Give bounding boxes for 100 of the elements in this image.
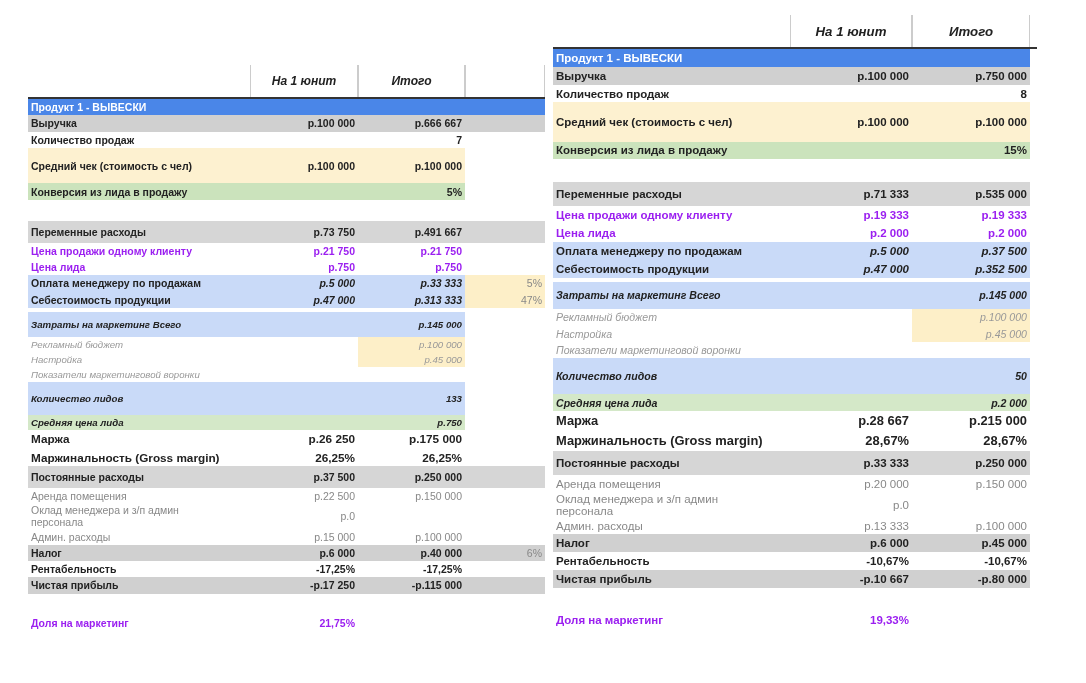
table-cell: р.5 000 [870,245,909,257]
row-label: Количество лидов [556,370,658,383]
table-cell: р.19 333 [981,209,1027,222]
table-cell: -р.115 000 [411,579,462,592]
row-label: Цена лида [31,261,86,274]
table-cell: р.33 333 [863,456,909,469]
table-cell: 26,25% [422,450,462,464]
row-label: Админ. расходы [31,530,111,543]
row-label: Количество лидов [31,392,124,404]
table-cell: р.28 667 [858,413,909,429]
table-cell: р.145 000 [418,318,462,330]
table-cell: р.2 000 [991,396,1027,409]
table-cell: р.100 000 [912,309,1030,326]
table-cell: р.313 333 [414,293,462,306]
table-cell: -10,67% [866,555,909,568]
row-label: Рекламный бюджет [556,311,657,324]
row-label: Аренда помещения [31,490,127,503]
table-cell: р.215 000 [969,413,1027,429]
table-cell: р.100 000 [975,519,1027,532]
table-cell: р.2 000 [988,227,1027,240]
row-label: Рентабельность [31,563,117,576]
table-cell: р.13 333 [864,519,909,532]
row-label: Доля на маркетинг [556,613,664,626]
column-header: Итого [912,15,1030,47]
row-label: Переменные расходы [31,225,146,238]
table-cell: р.491 667 [414,225,462,238]
table-cell: р.37 500 [981,245,1027,257]
table-cell: 50 [1015,370,1027,383]
row-label: Налог [31,546,62,559]
table-cell: 8 [1020,87,1027,100]
row-label: Выручка [556,69,607,82]
table-cell: р.20 000 [864,477,909,490]
row-label: Средняя цена лида [556,396,658,409]
table-cell: р.40 000 [420,546,462,559]
row-label: Конверсия из лида в продажу [31,185,188,198]
row-label: Оклад менеджера и з/п админ персонала [31,504,180,529]
row-label: Цена продажи одному клиенту [556,209,733,222]
table-cell: 6% [526,546,542,559]
table-cell: р.19 333 [863,209,909,222]
table-cell: р.33 333 [420,277,462,290]
table-cell: р.150 000 [975,477,1027,490]
table-cell: р.100 000 [857,116,909,128]
table-cell: 133 [445,392,462,404]
row-label: Средний чек (стоимость с чел) [556,116,733,128]
table-cell: р.150 000 [415,490,462,503]
row-label: Доля на маркетинг [31,616,129,629]
column-header: На 1 юнит [250,65,358,97]
table-cell: р.21 750 [420,244,462,257]
row-label: Постоянные расходы [31,471,144,484]
table-cell: р.73 750 [313,225,355,238]
row-label: Оплата менеджеру по продажам [31,277,201,290]
table-cell: р.47 000 [863,262,909,275]
row-label: Рекламный бюджет [31,338,124,350]
row-label: Оклад менеджера и з/п админ персонала [556,492,719,517]
table-cell: р.750 [437,416,462,428]
table-cell: р.37 500 [313,471,355,484]
row-label: Маржа [556,413,599,429]
row-label: Чистая прибыль [31,579,119,592]
table-cell: 21,75% [319,616,355,629]
row-label: Маржинальность (Gross margin) [31,450,220,464]
row-label: Затраты на маркетинг Всего [31,318,182,330]
row-label: Маржинальность (Gross margin) [556,433,763,449]
row-label: Показатели маркетинговой воронки [556,344,741,357]
table-cell: р.26 250 [308,432,355,446]
table-cell: -10,67% [984,555,1027,568]
table-cell: р.100 000 [415,530,462,543]
row-label: Чистая прибыль [556,572,652,585]
row-label: Себестоимость продукции [31,293,171,306]
table-cell: 28,67% [865,433,909,449]
table-cell: 19,33% [870,613,909,626]
table-cell: 15% [1003,144,1027,157]
table-cell: 5% [465,275,545,292]
table-cell: р.145 000 [979,289,1027,302]
table-cell: -р.10 667 [859,572,909,585]
row-label: Средний чек (стоимость с чел) [31,159,193,172]
table-cell: р.71 333 [863,188,909,201]
table-cell: -р.80 000 [977,572,1027,585]
table-cell: р.250 000 [414,471,462,484]
row-label: Оплата менеджеру по продажам [556,245,743,257]
row-label: Настройка [556,327,613,340]
table-cell: р.6 000 [319,546,355,559]
table-cell: р.45 000 [981,537,1027,550]
table-cell: р.100 000 [307,117,355,130]
table-cell: -р.17 250 [310,579,355,592]
table-cell: р.750 [328,261,355,274]
table-cell: -17,25% [315,563,355,576]
row-label: Настройка [31,353,83,365]
table-cell: р.100 000 [414,159,462,172]
table-cell: р.100 000 [307,159,355,172]
table-cell: -17,25% [422,563,462,576]
table-cell: р.666 667 [414,117,462,130]
table-cell: р.5 000 [319,277,355,290]
table-cell: р.750 [435,261,462,274]
table-cell: 28,67% [983,433,1027,449]
table-cell: р.100 000 [857,69,909,82]
table-cell: р.2 000 [870,227,909,240]
table-cell: р.100 000 [975,116,1027,128]
row-label: Аренда помещения [556,477,661,490]
table-cell: р.0 [340,510,355,523]
row-label: Рентабельность [556,555,650,568]
